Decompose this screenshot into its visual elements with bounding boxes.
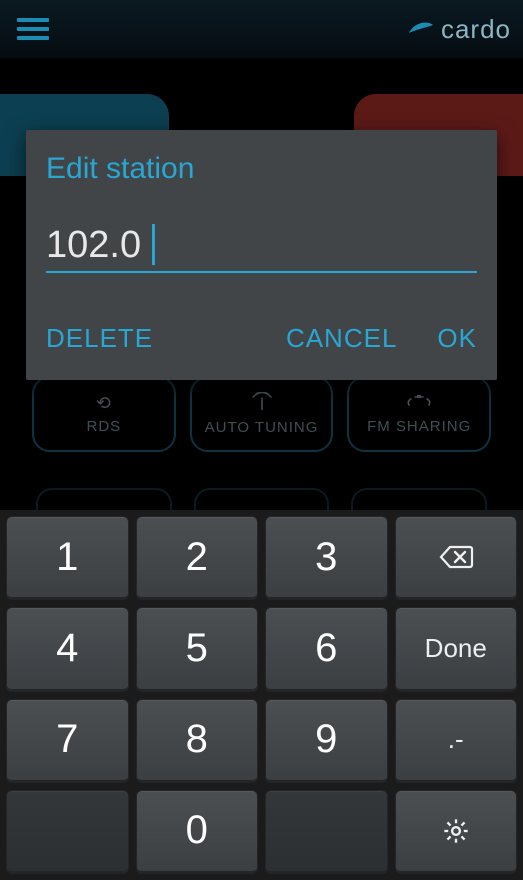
done-key[interactable]: Done bbox=[395, 607, 518, 691]
dialog-actions: DELETE CANCEL OK bbox=[46, 313, 477, 366]
cancel-button[interactable]: CANCEL bbox=[286, 323, 397, 354]
numeric-keyboard: 1 2 3 4 5 6 Done 7 8 9 .- 0 bbox=[0, 510, 523, 880]
delete-button[interactable]: DELETE bbox=[46, 323, 153, 354]
key-dot[interactable]: .- bbox=[395, 699, 518, 783]
dialog-title: Edit station bbox=[46, 152, 477, 186]
key-2[interactable]: 2 bbox=[136, 516, 259, 600]
key-3[interactable]: 3 bbox=[265, 516, 388, 600]
backspace-icon bbox=[438, 543, 474, 571]
menu-button[interactable] bbox=[12, 8, 54, 50]
menu-icon bbox=[17, 18, 49, 40]
settings-key[interactable] bbox=[395, 790, 518, 874]
key-1[interactable]: 1 bbox=[6, 516, 129, 600]
key-5[interactable]: 5 bbox=[136, 607, 259, 691]
ok-button[interactable]: OK bbox=[437, 323, 477, 354]
key-blank-right bbox=[265, 790, 388, 874]
key-0[interactable]: 0 bbox=[136, 790, 259, 874]
key-8[interactable]: 8 bbox=[136, 699, 259, 783]
station-input-wrap[interactable] bbox=[46, 224, 477, 273]
brand: cardo bbox=[407, 14, 511, 45]
key-4[interactable]: 4 bbox=[6, 607, 129, 691]
edit-station-dialog: Edit station DELETE CANCEL OK bbox=[26, 130, 497, 380]
key-6[interactable]: 6 bbox=[265, 607, 388, 691]
key-7[interactable]: 7 bbox=[6, 699, 129, 783]
gear-icon bbox=[438, 817, 474, 845]
text-caret bbox=[152, 224, 155, 265]
station-input[interactable] bbox=[46, 224, 477, 271]
key-9[interactable]: 9 bbox=[265, 699, 388, 783]
brand-logo-icon bbox=[407, 19, 435, 39]
app-header: cardo bbox=[0, 0, 523, 58]
key-blank-left bbox=[6, 790, 129, 874]
backspace-key[interactable] bbox=[395, 516, 518, 600]
brand-text: cardo bbox=[441, 14, 511, 45]
